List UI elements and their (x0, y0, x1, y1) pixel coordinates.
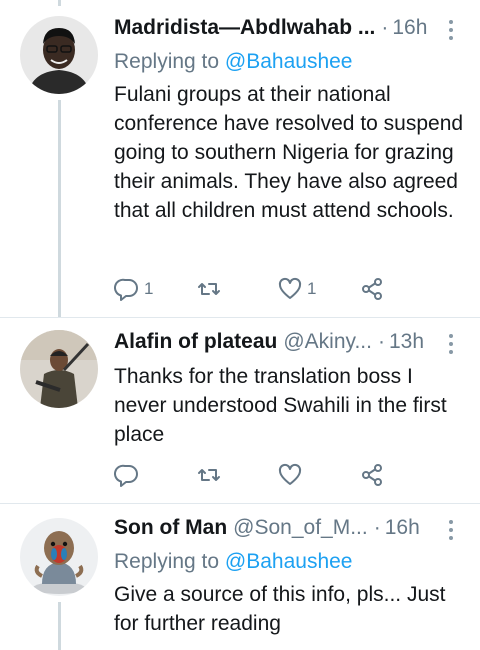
like-count: 1 (307, 279, 317, 298)
reply-icon (114, 278, 138, 301)
more-icon[interactable] (448, 20, 454, 40)
separator: · (377, 330, 385, 353)
tweet-text: Fulani groups at their national conferen… (114, 83, 464, 222)
thread-line (58, 602, 61, 650)
avatar[interactable] (20, 330, 98, 408)
separator: · (381, 16, 389, 39)
timestamp[interactable]: 13h (389, 330, 424, 354)
more-icon[interactable] (448, 520, 454, 540)
tweet-text: Thanks for the translation boss I never … (114, 365, 447, 446)
tweet-reply[interactable]: Alafin of plateau @Akiny... · 13h Thanks… (0, 318, 480, 504)
like-icon (278, 277, 302, 299)
timestamp[interactable]: 16h (385, 516, 420, 540)
tweet-header: Alafin of plateau @Akiny... · 13h (114, 330, 468, 360)
reply-count: 1 (144, 279, 154, 298)
retweet-icon (197, 469, 220, 481)
more-icon[interactable] (448, 334, 454, 354)
share-icon (361, 278, 382, 300)
tweet-reply[interactable]: Son of Man @Son_of_M... · 16h Replying t… (0, 504, 480, 650)
share-icon (361, 464, 382, 486)
display-name[interactable]: Alafin of plateau (114, 330, 277, 354)
tweet-header: Son of Man @Son_of_M... · 16h (114, 516, 468, 546)
like-button[interactable] (277, 462, 359, 488)
reply-button[interactable] (114, 462, 196, 488)
like-icon (278, 463, 302, 485)
retweet-button[interactable] (196, 276, 278, 302)
action-bar (114, 460, 440, 490)
separator: · (373, 516, 381, 539)
username[interactable]: @Son_of_M... (233, 516, 368, 540)
mention-link[interactable]: @Bahaushee (225, 550, 353, 573)
display-name[interactable]: Madridista—Abdlwahab ... (114, 16, 375, 40)
replying-to: Replying to @Bahaushee (114, 546, 468, 578)
share-button[interactable] (359, 462, 441, 488)
username[interactable]: @Akiny... (283, 330, 372, 354)
tweet-reply[interactable]: Madridista—Abdlwahab ... · 16h Replying … (0, 6, 480, 318)
thread-line (58, 100, 61, 317)
retweet-icon (197, 283, 220, 295)
retweet-button[interactable] (196, 462, 278, 488)
mention-link[interactable]: @Bahaushee (225, 50, 353, 73)
replying-label: Replying to (114, 50, 220, 73)
display-name[interactable]: Son of Man (114, 516, 227, 540)
timestamp[interactable]: 16h (392, 16, 427, 40)
replying-label: Replying to (114, 550, 220, 573)
avatar[interactable] (20, 518, 98, 596)
reply-icon (114, 464, 138, 487)
tweet-header: Madridista—Abdlwahab ... · 16h (114, 16, 468, 46)
like-button[interactable]: 1 (277, 276, 359, 302)
replying-to: Replying to @Bahaushee (114, 46, 468, 78)
reply-button[interactable]: 1 (114, 276, 196, 302)
tweet-text: Give a source of this info, pls... Just … (114, 583, 446, 635)
action-bar: 1 1 (114, 274, 440, 304)
share-button[interactable] (359, 276, 441, 302)
avatar[interactable] (20, 16, 98, 94)
